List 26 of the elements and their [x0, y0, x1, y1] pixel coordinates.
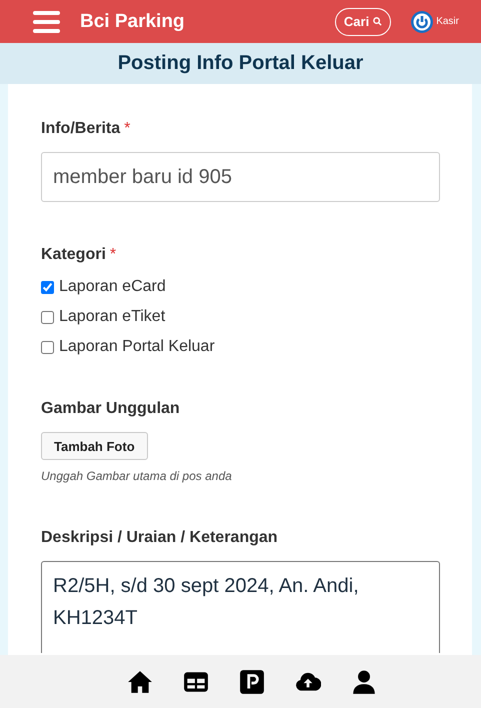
power-icon[interactable] [411, 10, 434, 32]
user-role: Kasir [436, 16, 459, 27]
search-button[interactable]: Cari [334, 8, 392, 36]
category-checkbox[interactable] [41, 280, 54, 294]
description-field[interactable]: R2/5H, s/d 30 sept 2024, An. Andi, KH1234T [41, 561, 440, 653]
home-icon[interactable] [126, 668, 152, 694]
help-text: Unggah Gambar utama di pos anda [41, 469, 233, 483]
field-label: Info/Berita [41, 120, 120, 137]
required-mark: * [124, 120, 130, 137]
info-field[interactable]: member baru id 905 [41, 152, 440, 202]
checkbox-label: Laporan eCard [59, 278, 166, 296]
page-title: Posting Info Portal Keluar [118, 52, 364, 75]
field-label: Deskripsi / Uraian / Keterangan [41, 529, 279, 547]
field-label: Gambar Unggulan [41, 400, 181, 418]
checkbox-label: Laporan Portal Keluar [59, 338, 215, 356]
add-photo-button[interactable]: Tambah Foto [41, 432, 148, 460]
checkbox-label: Laporan eTiket [59, 308, 166, 326]
category-checkbox[interactable] [41, 310, 54, 324]
user-icon[interactable] [350, 668, 376, 694]
app-title: Bci Parking [80, 10, 186, 32]
required-mark: * [110, 246, 116, 263]
field-label: Kategori [41, 246, 106, 263]
menu-icon[interactable] [33, 10, 60, 32]
search-icon [373, 17, 382, 26]
category-checkbox[interactable] [41, 340, 54, 354]
parking-icon[interactable] [238, 668, 264, 694]
